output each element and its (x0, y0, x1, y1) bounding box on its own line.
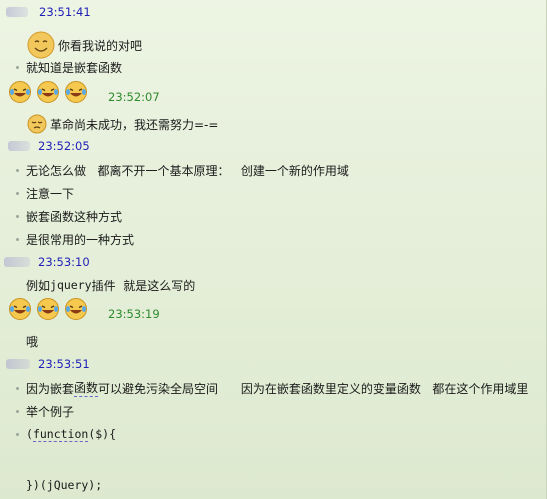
message-line: 哦 (0, 330, 38, 352)
laughing-tears-emoji-icon (64, 297, 88, 321)
message-line: 举个例子 (0, 400, 74, 422)
code-line: })(jQuery); (0, 474, 102, 496)
jquery-term: jquery (50, 278, 92, 292)
message-text-underlined: 函数 (74, 381, 99, 397)
bullet (16, 386, 19, 390)
timestamp: 23:52:05 (38, 139, 90, 153)
message-text: 插件 就是这么写的 (91, 278, 196, 293)
message-text: 是很常用的一种方式 (26, 232, 135, 247)
message-line: 是很常用的一种方式 (0, 228, 134, 250)
timestamp: 23:53:19 (108, 307, 160, 321)
message-text: 可以避免污染全局空间 因为在嵌套函数里定义的变量函数 都在这个作用域里 (98, 381, 529, 396)
timestamp: 23:52:07 (108, 90, 160, 104)
laughing-tears-emoji-icon (36, 80, 60, 104)
laughing-tears-emoji-icon (64, 80, 88, 104)
message-header: 23:51:41 (0, 1, 91, 23)
message-text: 因为嵌套 (26, 381, 75, 396)
message-header: 23:53:10 (0, 251, 90, 273)
message-line: 就知道是嵌套函数 (0, 56, 122, 78)
bullet (16, 237, 19, 241)
message-text: 举个例子 (26, 404, 75, 419)
timestamp: 23:51:41 (39, 5, 91, 19)
bullet (16, 65, 19, 69)
code-keyword: function (32, 426, 89, 442)
message-text: 无论怎么做 都离不开一个基本原理： 创建一个新的作用域 (26, 163, 349, 178)
message-text: 就知道是嵌套函数 (26, 60, 123, 75)
timestamp: 23:53:10 (38, 255, 90, 269)
message-text: 你看我说的对吧 (58, 38, 143, 53)
laughing-tears-emoji-icon (8, 80, 32, 104)
bullet (16, 432, 19, 436)
message-header: 23:52:07 (0, 79, 160, 105)
blurred-username (6, 7, 28, 17)
laughing-tears-emoji-icon (36, 297, 60, 321)
message-text: 嵌套函数这种方式 (26, 209, 123, 224)
blurred-username (4, 257, 30, 267)
message-line: 注意一下 (0, 182, 74, 204)
code-text: ($){ (88, 427, 117, 441)
message-header: 23:53:19 (0, 296, 160, 322)
message-line: 无论怎么做 都离不开一个基本原理： 创建一个新的作用域 (0, 159, 349, 181)
message-text: 哦 (26, 334, 39, 349)
message-header: 23:53:51 (0, 353, 90, 375)
message-line: 因为嵌套 函数 可以避免污染全局空间 因为在嵌套函数里定义的变量函数 都在这个作… (0, 377, 528, 399)
bullet (16, 409, 19, 413)
message-line: 例如 jquery 插件 就是这么写的 (0, 274, 195, 296)
laughing-tears-emoji-icon (8, 297, 32, 321)
bullet (16, 214, 19, 218)
message-line: 革命尚未成功，我还需努力=-= (0, 112, 218, 136)
message-text: 例如 (26, 278, 51, 293)
code-line: ( function ($){ (0, 423, 116, 445)
timestamp: 23:53:51 (38, 357, 90, 371)
blurred-username (8, 141, 30, 151)
bullet (16, 191, 19, 195)
blurred-username (6, 359, 30, 369)
message-line: 嵌套函数这种方式 (0, 205, 122, 227)
bullet (16, 168, 19, 172)
code-text: ( (26, 427, 33, 441)
code-text: })(jQuery); (26, 478, 103, 492)
message-header: 23:52:05 (0, 135, 90, 157)
pensive-face-emoji-icon (27, 114, 47, 134)
message-text: 注意一下 (26, 186, 75, 201)
message-text: 革命尚未成功，我还需努力=-= (50, 117, 219, 132)
